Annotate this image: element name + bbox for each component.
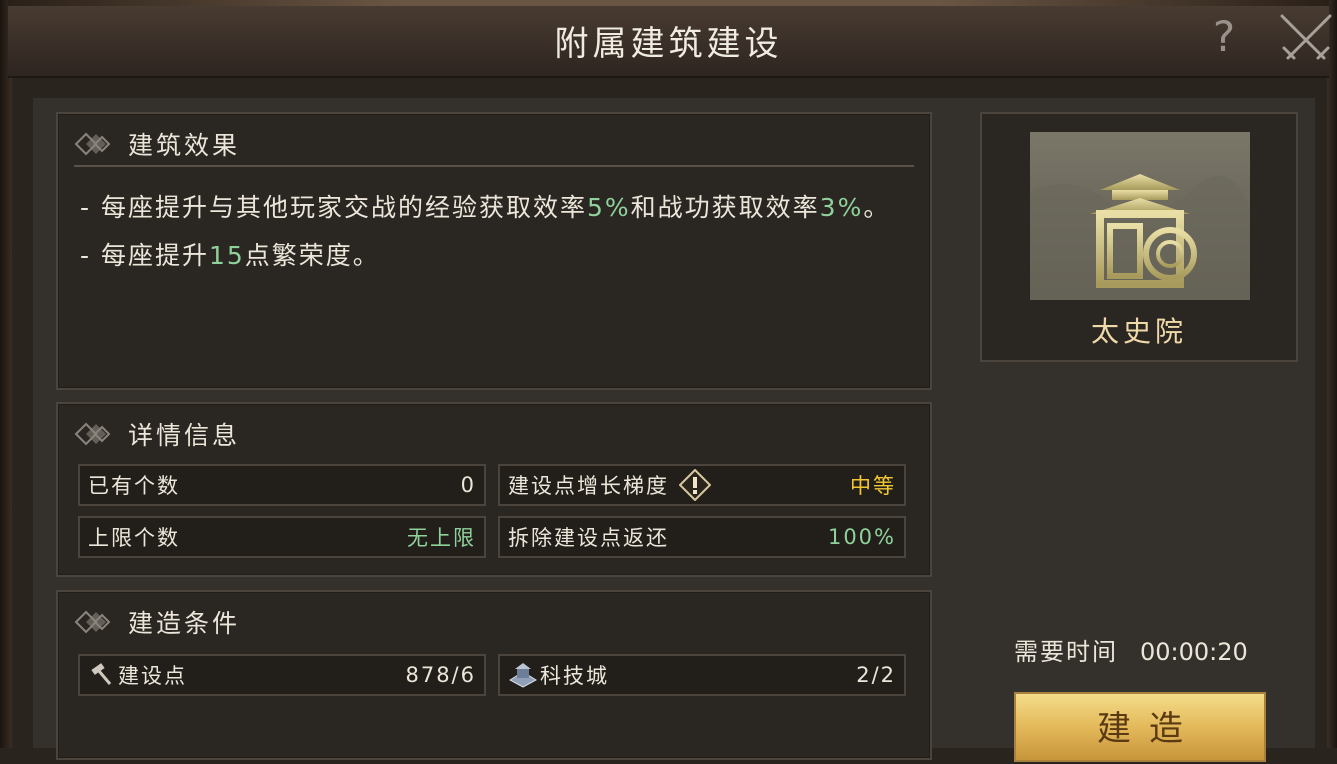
effect-1-value-exp: 5% [586,193,631,222]
effect-1-mid: 和战功获取效率 [630,193,820,222]
info-warning-icon[interactable] [679,469,711,501]
effect-line-1: - 每座提升与其他玩家交战的经验获取效率5%和战功获取效率3%。 [80,184,910,232]
limit-count-cell: 上限个数 无上限 [78,516,486,558]
limit-count-label: 上限个数 [88,526,180,550]
tech-city-value: 2/2 [856,663,896,687]
tech-city-cell: 科技城 2/2 [498,654,906,696]
effects-title: 建筑效果 [128,131,241,160]
owned-count-label: 已有个数 [88,474,180,498]
diamond-ornament-icon [74,422,111,446]
title-bar: 附属建筑建设 ? [8,0,1332,78]
demolish-refund-cell: 拆除建设点返还 100% [498,516,906,558]
help-button[interactable]: ? [1204,12,1244,62]
effect-2-suffix: 点繁荣度。 [244,241,380,270]
limit-count-value: 无上限 [407,526,476,550]
effect-1-prefix: - 每座提升与其他玩家交战的经验获取效率 [80,193,587,222]
growth-rate-label-group: 建设点增长梯度 [508,469,711,501]
details-title: 详情信息 [128,421,241,450]
owned-count-cell: 已有个数 0 [78,464,486,506]
frame-left [0,0,12,748]
crossed-swords-icon [1280,14,1332,60]
build-points-label: 建设点 [118,664,187,688]
required-time-value: 00:00:20 [1140,638,1248,666]
growth-rate-value: 中等 [850,474,896,498]
diamond-ornament-icon [74,610,111,634]
effect-1-value-merit: 3% [819,193,864,222]
effects-header: 建筑效果 [74,124,240,164]
tech-city-label: 科技城 [540,664,609,688]
page-title: 附属建筑建设 [554,24,783,64]
hammer-icon [91,663,112,685]
build-points-value: 878/6 [405,663,476,687]
diamond-ornament-icon [74,132,111,156]
owned-count-value: 0 [460,473,476,497]
frame-right [1327,0,1337,748]
growth-rate-cell: 建设点增长梯度 中等 [498,464,906,506]
growth-rate-label: 建设点增长梯度 [508,474,669,498]
build-button[interactable]: 建造 [1014,692,1266,762]
effect-line-2: - 每座提升15点繁荣度。 [80,232,910,280]
conditions-header: 建造条件 [74,602,240,642]
building-image [1030,132,1250,300]
close-button[interactable] [1278,12,1334,68]
effect-1-suffix: 。 [863,193,891,222]
demolish-refund-label: 拆除建设点返还 [508,526,669,550]
building-portrait-card: 太史院 [980,112,1298,362]
demolish-refund-value: 100% [827,525,896,549]
building-name: 太史院 [1090,315,1187,348]
required-time: 需要时间 00:00:20 [1014,632,1248,667]
details-header: 详情信息 [74,414,240,454]
city-icon [508,663,538,688]
effect-2-prefix: - 每座提升 [80,241,209,270]
required-time-label: 需要时间 [1014,638,1118,666]
tech-city-label-group: 科技城 [508,660,609,690]
build-points-label-group: 建设点 [88,660,187,690]
effects-description: - 每座提升与其他玩家交战的经验获取效率5%和战功获取效率3%。 - 每座提升1… [80,184,910,280]
effect-2-value: 15 [208,241,245,270]
effects-divider [74,165,914,167]
build-points-cell: 建设点 878/6 [78,654,486,696]
conditions-title: 建造条件 [128,609,241,638]
effects-section: 建筑效果 - 每座提升与其他玩家交战的经验获取效率5%和战功获取效率3%。 - … [56,112,932,390]
